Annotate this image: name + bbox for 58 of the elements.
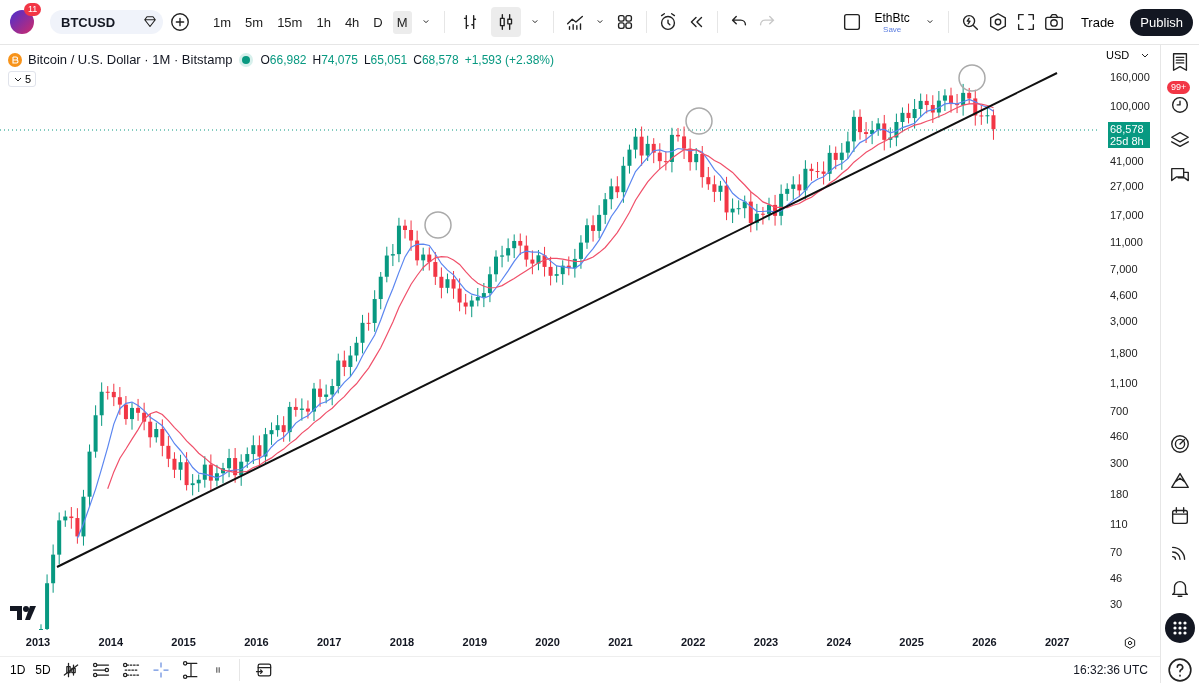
year-label: 2027	[1044, 636, 1070, 648]
timeframe-tab[interactable]: M	[392, 10, 412, 34]
price-label: 11,000	[1110, 234, 1143, 249]
price-change: +1,593 (+2.38%)	[464, 52, 555, 67]
price-label: 7,000	[1110, 262, 1138, 277]
ohlc-value: O66,982	[260, 52, 307, 67]
price-label: 700	[1110, 403, 1129, 418]
year-label: 2022	[680, 636, 706, 648]
price-label: 1,800	[1110, 345, 1138, 360]
year-label: 2017	[316, 636, 342, 648]
ohlc-value: C68,578	[413, 52, 459, 67]
price-label: 460	[1110, 429, 1129, 444]
range-button[interactable]: 5D	[35, 663, 51, 677]
indicators-toggle[interactable]: 5	[8, 71, 37, 87]
layout-button[interactable]: EthBtc Save	[868, 10, 916, 34]
symbol-search-field[interactable]: BTCUSD	[50, 10, 163, 34]
timeframe-tab[interactable]: 15m	[273, 10, 307, 34]
price-label: 100,000	[1110, 99, 1150, 113]
timeframe-tab[interactable]: 4h	[340, 10, 364, 34]
price-label: 27,000	[1110, 179, 1144, 194]
year-label: 2024	[826, 636, 852, 648]
ohlc-value: H74,075	[312, 52, 358, 67]
year-label: 2013	[25, 636, 51, 648]
price-label: 300	[1110, 455, 1129, 470]
price-label: 180	[1110, 487, 1129, 502]
notification-badge: 99+	[1167, 81, 1191, 94]
year-label: 2020	[535, 636, 560, 648]
timeframe-tab[interactable]: 1h	[312, 10, 335, 34]
timeframe-tab[interactable]: 5m	[241, 10, 268, 34]
clock-text: 16:32:36 UTC	[1073, 663, 1149, 677]
year-label: 2019	[462, 636, 488, 648]
year-label: 2026	[972, 636, 997, 648]
price-label: 46	[1110, 570, 1123, 585]
price-label: 70	[1110, 545, 1123, 560]
symbol-title: Bitcoin / U.S. Dollar · 1M · Bitstamp	[28, 52, 233, 67]
notification-badge: 11	[24, 3, 42, 16]
publish-button[interactable]: Publish	[1130, 8, 1193, 36]
year-label: 2018	[389, 636, 415, 648]
timeframe-tab[interactable]: 1m	[209, 10, 236, 34]
year-label: 2016	[244, 636, 269, 648]
year-label: 2023	[753, 636, 779, 648]
ohlc-value: L65,051	[363, 52, 408, 67]
price-label: 1,100	[1110, 375, 1138, 390]
range-button[interactable]: 1D	[10, 663, 26, 677]
year-label: 2021	[608, 636, 633, 648]
year-label: 2025	[899, 636, 924, 648]
price-label: 160,000	[1110, 70, 1150, 85]
year-label: 2015	[171, 636, 196, 648]
price-label: 30	[1110, 597, 1123, 612]
price-label: 17,000	[1110, 207, 1144, 222]
price-label: 110	[1110, 517, 1128, 532]
timeframe-tab[interactable]: D	[369, 10, 387, 34]
trade-button[interactable]: Trade	[1070, 8, 1125, 36]
price-label: 4,600	[1110, 288, 1138, 303]
price-label: 3,000	[1110, 314, 1138, 329]
price-label: 41,000	[1110, 153, 1144, 168]
year-label: 2014	[98, 636, 124, 648]
last-price-label: 68,578 25d 8h	[1108, 122, 1150, 148]
